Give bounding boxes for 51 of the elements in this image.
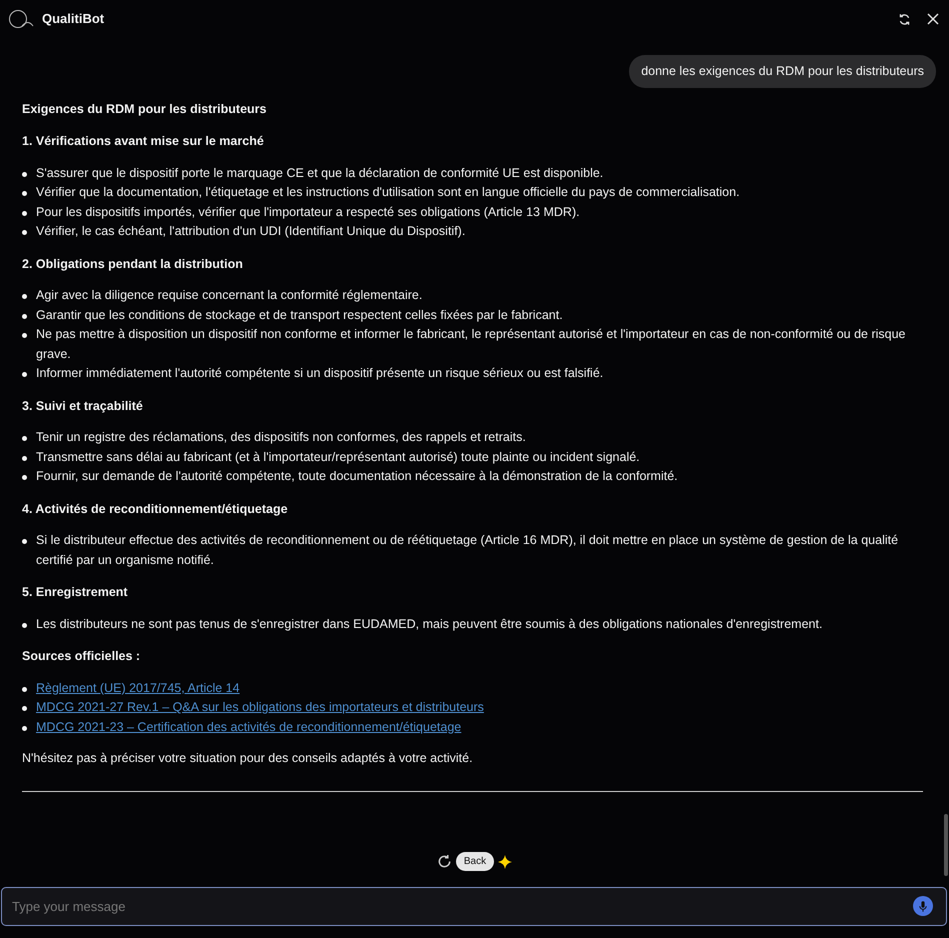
message-input[interactable]: Type your message (1, 887, 947, 926)
list-item: Tenir un registre des réclamations, des dispositifs non conformes, des rappels et retraits. (36, 430, 526, 444)
app-title: QualitiBot (42, 10, 104, 28)
list-item: Si le distributeur effectue des activités de reconditionnement ou de réétiquetage (Article 16 MDR), il doit mettre en place un système de gestion de la qualité certifié par un organisme notifié. (36, 533, 898, 567)
close-button[interactable] (927, 13, 939, 25)
source-link[interactable]: Règlement (UE) 2017/745, Article 14 (36, 680, 240, 695)
list-item: Vérifier que la documentation, l'étiquetage et les instructions d'utilisation sont en langue officielle du pays de commercialisation. (36, 185, 740, 200)
list-item: Ne pas mettre à disposition un dispositif non conforme et informer le fabricant, le représentant autorisé et l'importateur en cas de non-conformité ou de risque grave. (36, 327, 906, 361)
closing-text: N'hésitez pas à préciser votre situation pour des conseils adaptés à votre activité. (22, 750, 474, 768)
list-item: Pour les dispositifs importés, vérifier que l'importateur a respecté ses obligations (Article 13 MDR). (36, 204, 580, 219)
bullet-icon (22, 172, 27, 177)
section-heading: 3. Suivi et traçabilité (22, 398, 144, 415)
bullet-icon (22, 706, 27, 712)
section-heading: 1. Vérifications avant mise sur le marché (22, 133, 265, 150)
bullet-icon (22, 314, 27, 319)
section-heading: 2. Obligations pendant la distribution (22, 256, 244, 273)
bullet-icon (22, 230, 27, 236)
sources-heading: Sources officielles : (22, 648, 142, 666)
bullet-icon (22, 726, 27, 731)
list-item: Vérifier, le cas échéant, l'attribution d'un UDI (Identifiant Unique du Dispositif). (36, 224, 466, 238)
microphone-icon (919, 900, 927, 912)
source-link[interactable]: MDCG 2021-23 – Certification des activités de reconditionnement/étiquetage (36, 720, 462, 734)
section-heading: 5. Enregistrement (22, 584, 129, 602)
list-item: Agir avec la diligence requise concernant la conformité réglementaire. (36, 288, 422, 302)
bullet-icon (22, 210, 27, 216)
bullet-icon (22, 191, 27, 196)
bullet-icon (22, 539, 27, 544)
bullet-icon (22, 686, 27, 692)
bullet-icon (22, 456, 27, 461)
list-item: Transmettre sans délai au fabricant (et à l'importateur/représentant autorisé) toute plainte ou incident signalé. (36, 450, 640, 464)
list-item: Les distributeurs ne sont pas tenus de s'enregistrer dans EUDAMED, mais peuvent être soumis à des obligations nationales d'enregistrement. (36, 616, 822, 631)
bullet-icon (22, 372, 27, 378)
back-button[interactable]: Back (456, 852, 494, 871)
bullet-icon (22, 622, 27, 628)
bullet-icon (22, 294, 27, 300)
user-message: donne les exigences du RDM pour les distributeurs (629, 55, 936, 88)
list-item: Fournir, sur demande de l'autorité compétente, toute documentation nécessaire à la démonstration de la conformité. (36, 469, 678, 484)
logo-icon (8, 9, 34, 29)
sparkle-icon (498, 854, 512, 868)
list-item: Garantir que les conditions de stockage et de transport respectent celles fixées par le fabricant. (36, 308, 563, 322)
bullet-icon (22, 475, 27, 480)
reload-icon[interactable] (436, 854, 452, 869)
scrollbar-thumb[interactable] (944, 814, 948, 876)
bullet-icon (22, 436, 27, 442)
bullet-icon (22, 333, 27, 338)
refresh-button[interactable] (898, 12, 911, 26)
section-heading: 4. Activités de reconditionnement/étiquetage (22, 500, 289, 518)
list-item: S'assurer que le dispositif porte le marquage CE et que la déclaration de conformité UE est disponible. (36, 166, 604, 180)
list-item: Informer immédiatement l'autorité compétente si un dispositif présente un risque sérieux ou est falsifié. (36, 366, 604, 380)
source-link[interactable]: MDCG 2021-27 Rev.1 – Q&A sur les obligations des importateurs et distributeurs (36, 700, 484, 714)
answer-title: Exigences du RDM pour les distributeurs (22, 100, 268, 118)
